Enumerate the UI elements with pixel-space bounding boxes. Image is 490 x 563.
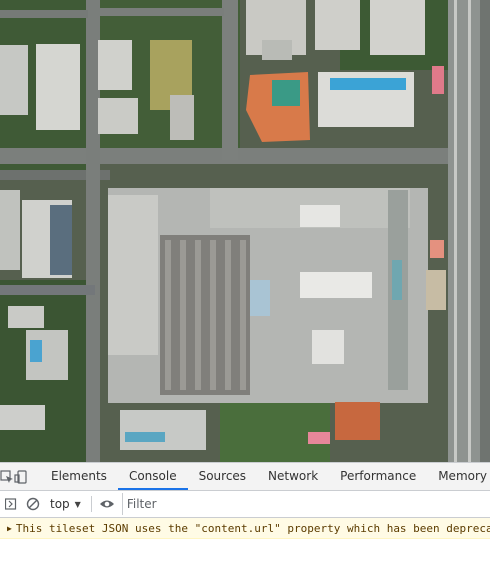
inspect-element-icon[interactable]	[0, 463, 14, 490]
console-message-text: This tileset JSON uses the "content.url"…	[15, 521, 490, 535]
live-expression-icon[interactable]	[96, 491, 118, 517]
map-viewport[interactable]	[0, 0, 490, 462]
tab-network[interactable]: Network	[257, 463, 329, 490]
aerial-imagery	[0, 0, 490, 462]
console-toolbar: top ▼	[0, 491, 490, 518]
tab-console[interactable]: Console	[117, 463, 188, 490]
chevron-down-icon: ▼	[74, 499, 81, 509]
tab-sources[interactable]: Sources	[188, 463, 257, 490]
tab-memory[interactable]: Memory	[427, 463, 490, 490]
console-sidebar-icon[interactable]	[0, 491, 22, 517]
devtools-tab-bar: Elements Console Sources Network Perform…	[0, 463, 490, 491]
console-warning-message[interactable]: ▶ This tileset JSON uses the "content.ur…	[0, 518, 490, 539]
context-selector[interactable]: top ▼	[44, 491, 87, 517]
tab-elements[interactable]: Elements	[40, 463, 118, 490]
context-label: top	[50, 497, 70, 511]
devtools-panel: Elements Console Sources Network Perform…	[0, 462, 490, 563]
clear-console-icon[interactable]	[22, 491, 44, 517]
toolbar-divider	[90, 496, 92, 512]
filter-input[interactable]	[121, 493, 490, 515]
tab-performance[interactable]: Performance	[329, 463, 427, 490]
expand-triangle-icon[interactable]: ▶	[7, 524, 12, 533]
device-toolbar-icon[interactable]	[14, 463, 28, 490]
